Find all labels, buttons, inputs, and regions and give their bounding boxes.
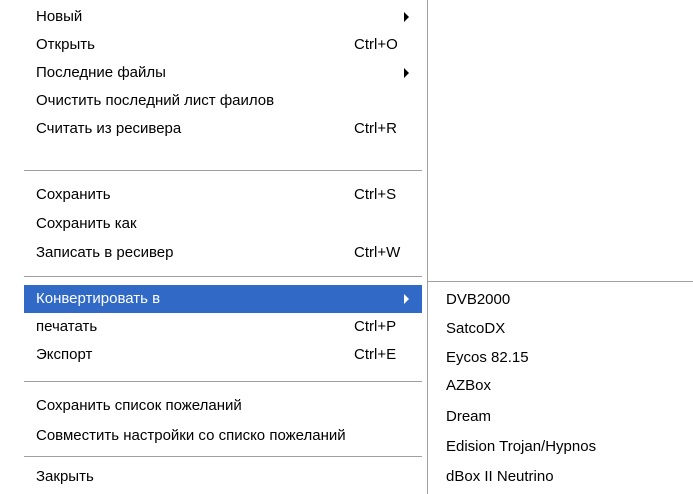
file-menu: Новый Открыть Ctrl+O Последние файлы Очи… xyxy=(0,0,428,494)
menu-item-label: Экспорт xyxy=(36,346,93,363)
menu-item-label: Последние файлы xyxy=(36,64,166,81)
menu-item-export[interactable]: Экспорт Ctrl+E xyxy=(24,341,422,369)
menu-separator xyxy=(24,381,422,382)
menu-item-shortcut: Ctrl+P xyxy=(354,318,397,335)
submenu-item-label: DVB2000 xyxy=(446,291,511,308)
menu-item-recent-files[interactable]: Последние файлы xyxy=(24,59,422,87)
submenu-item-label: Edision Trojan/Hypnos xyxy=(446,438,597,455)
menu-item-read-from-receiver[interactable]: Считать из ресивера Ctrl+R xyxy=(24,115,422,143)
submenu-item-label: Dream xyxy=(446,408,492,425)
submenu-item-label: AZBox xyxy=(446,377,492,394)
menu-item-save-as[interactable]: Сохранить как xyxy=(24,210,422,238)
menu-item-shortcut: Ctrl+E xyxy=(354,346,397,363)
menu-item-shortcut: Ctrl+W xyxy=(354,244,401,261)
submenu-item-satcodx[interactable]: SatcoDX xyxy=(428,315,693,343)
convert-to-submenu: DVB2000 SatcoDX Eycos 82.15 AZBox Dream … xyxy=(428,281,693,494)
menu-item-label: Совместить настройки со списко пожеланий xyxy=(36,427,346,444)
menu-item-label: Закрыть xyxy=(36,468,94,485)
menu-item-save-wishlist[interactable]: Сохранить список пожеланий xyxy=(24,392,422,420)
submenu-item-edision[interactable]: Edision Trojan/Hypnos xyxy=(428,433,693,461)
menu-item-label: Открыть xyxy=(36,36,95,53)
menu-item-label: Новый xyxy=(36,8,83,25)
menu-item-label: Очистить последний лист фаилов xyxy=(36,92,275,109)
submenu-item-label: dBox II Neutrino xyxy=(446,468,554,485)
menu-separator xyxy=(24,456,422,457)
submenu-item-dream[interactable]: Dream xyxy=(428,403,693,431)
submenu-item-dbox[interactable]: dBox II Neutrino xyxy=(428,463,693,491)
menu-item-clear-recent[interactable]: Очистить последний лист фаилов xyxy=(24,87,422,115)
menu-item-label: Считать из ресивера xyxy=(36,120,182,137)
submenu-item-label: Eycos 82.15 xyxy=(446,349,529,366)
submenu-item-azbox[interactable]: AZBox xyxy=(428,372,693,400)
menu-item-open[interactable]: Открыть Ctrl+O xyxy=(24,31,422,59)
submenu-arrow-icon xyxy=(404,294,409,304)
menu-item-shortcut: Ctrl+O xyxy=(354,36,398,53)
menu-item-label: Сохранить как xyxy=(36,215,137,232)
menu-item-write-to-receiver[interactable]: Записать в ресивер Ctrl+W xyxy=(24,239,422,267)
menu-item-label: Сохранить список пожеланий xyxy=(36,397,242,414)
menu-item-close[interactable]: Закрыть xyxy=(24,463,422,491)
submenu-item-eycos[interactable]: Eycos 82.15 xyxy=(428,344,693,372)
menu-item-save[interactable]: Сохранить Ctrl+S xyxy=(24,181,422,209)
menu-item-label: Конвертировать в xyxy=(36,290,161,307)
submenu-item-dvb2000[interactable]: DVB2000 xyxy=(428,286,693,314)
menu-item-convert-to[interactable]: Конвертировать в xyxy=(24,285,422,313)
menu-item-new[interactable]: Новый xyxy=(24,3,422,31)
menu-item-merge-wishlist[interactable]: Совместить настройки со списко пожеланий xyxy=(24,422,422,450)
submenu-item-label: SatcoDX xyxy=(446,320,506,337)
menu-separator xyxy=(24,170,422,171)
menu-item-shortcut: Ctrl+R xyxy=(354,120,397,137)
submenu-arrow-icon xyxy=(404,12,409,22)
menu-item-label: печатать xyxy=(36,318,98,335)
menu-item-shortcut: Ctrl+S xyxy=(354,186,397,203)
menu-item-label: Сохранить xyxy=(36,186,111,203)
menu-separator xyxy=(24,276,422,277)
menu-item-label: Записать в ресивер xyxy=(36,244,174,261)
menu-item-print[interactable]: печатать Ctrl+P xyxy=(24,313,422,341)
submenu-arrow-icon xyxy=(404,68,409,78)
